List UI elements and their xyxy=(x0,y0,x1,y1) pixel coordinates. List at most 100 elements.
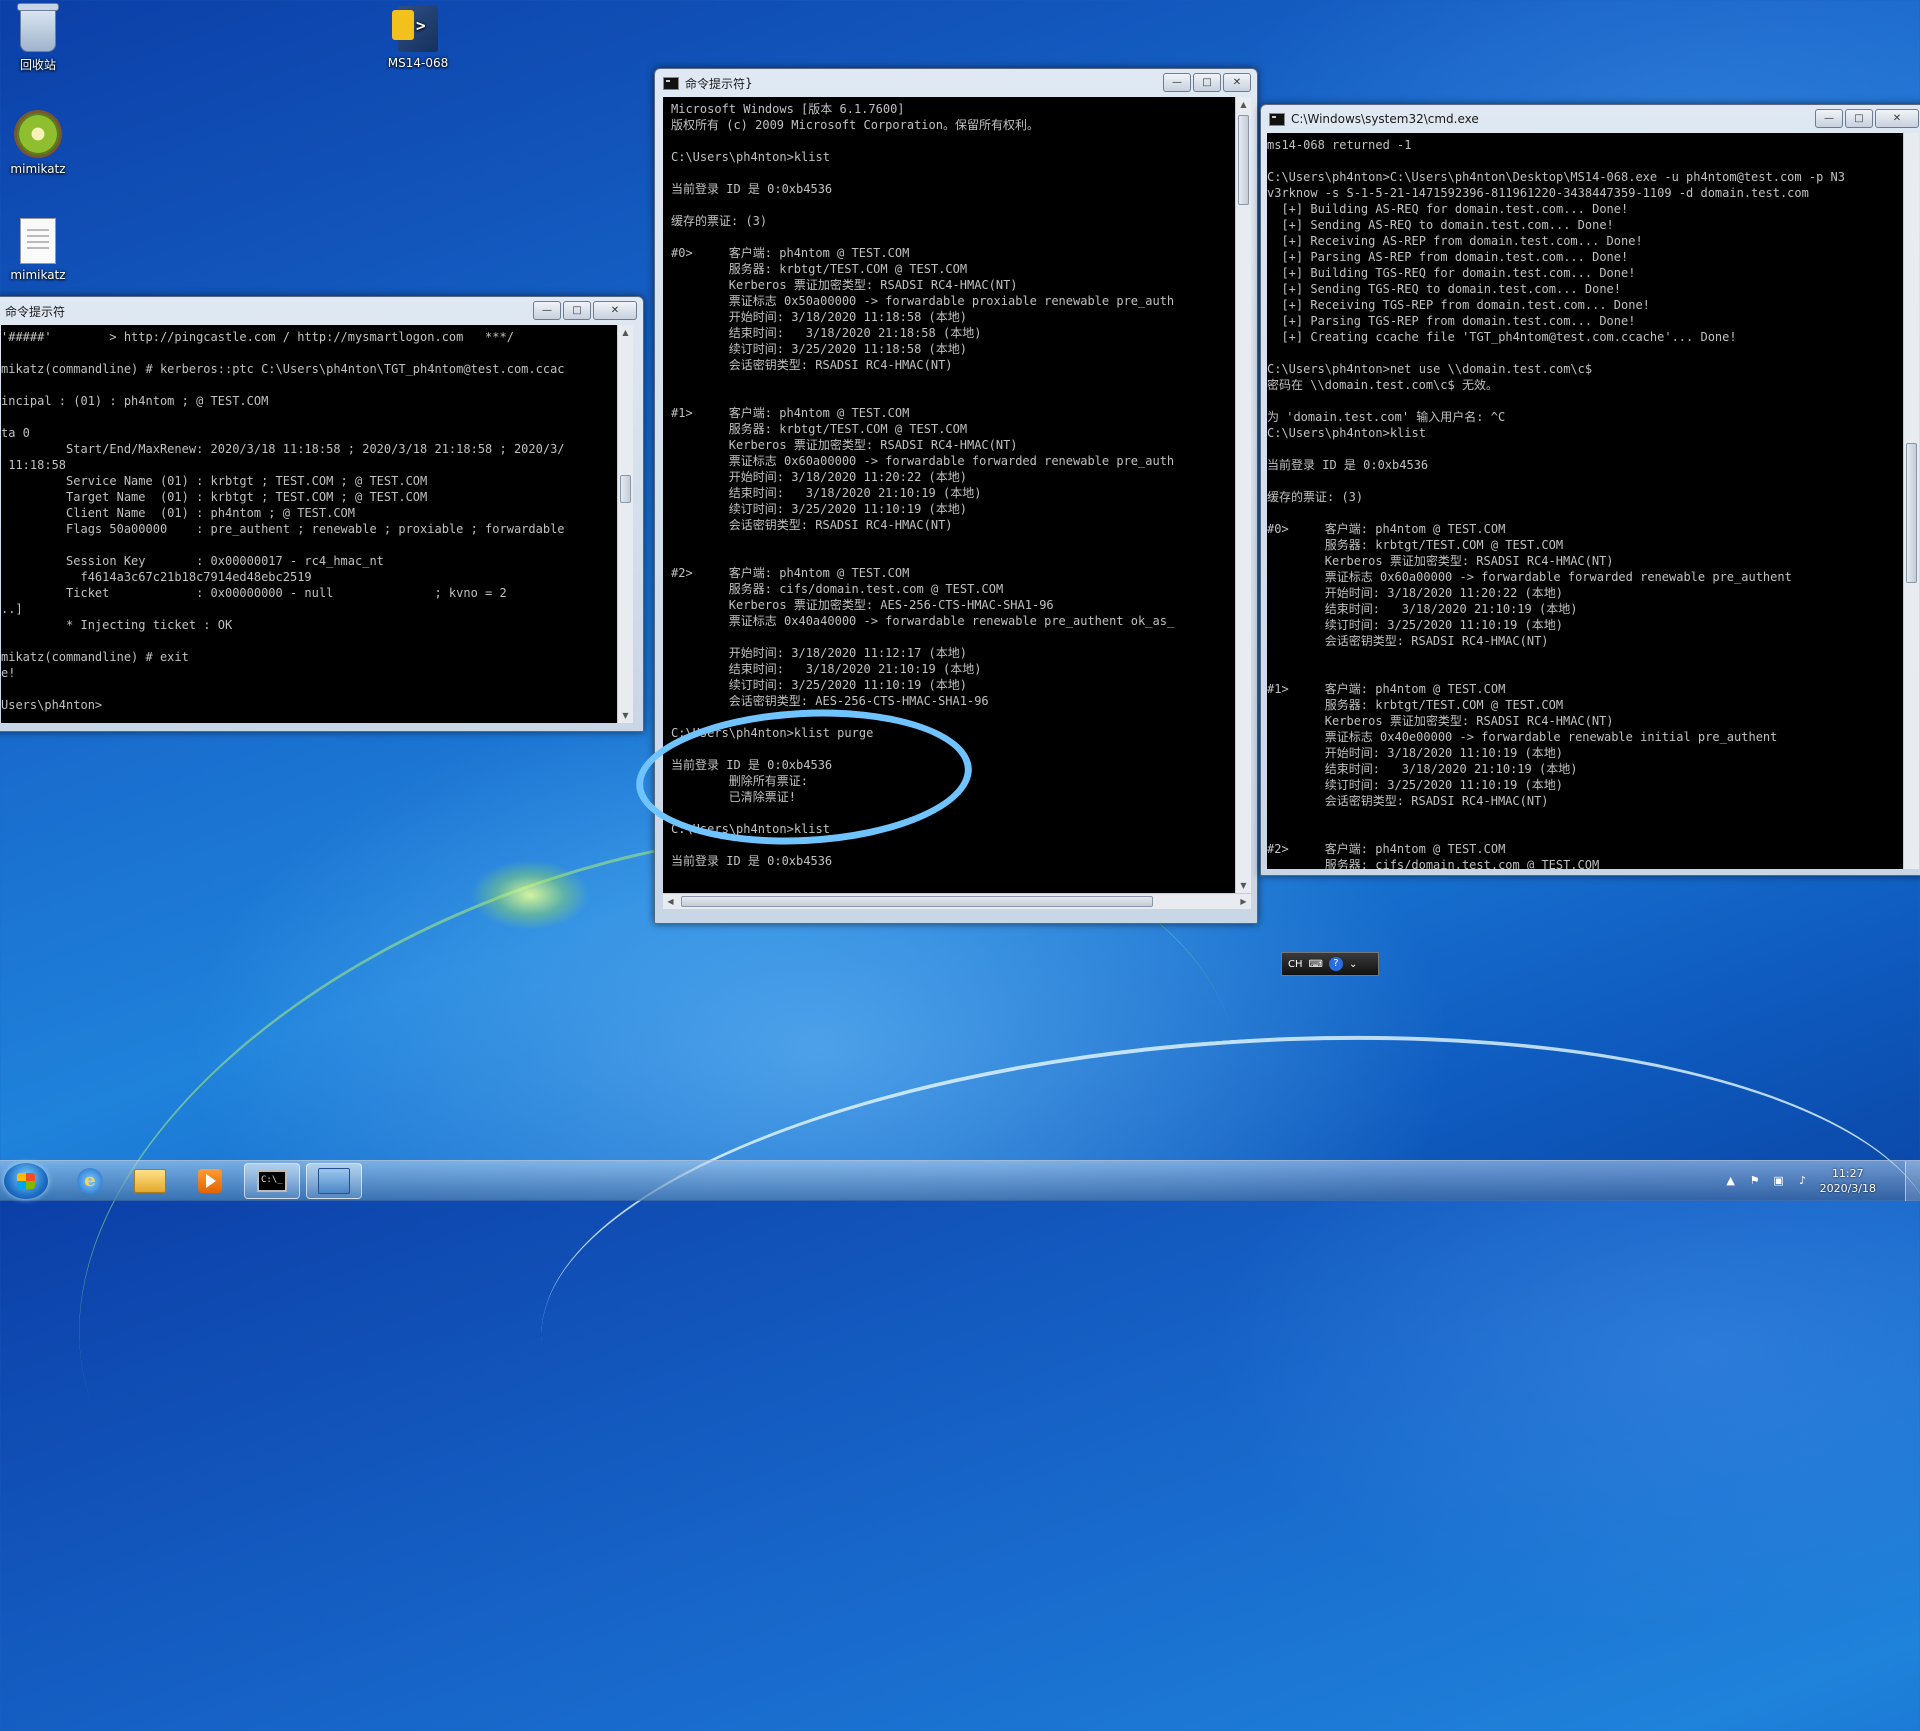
close-button[interactable]: ✕ xyxy=(593,301,637,320)
scrollbar-thumb[interactable] xyxy=(681,896,1153,907)
console-line: 结束时间: 3/18/2020 21:18:58 (本地) xyxy=(671,326,982,340)
console-line: Flags 50a00000 : pre_authent ; renewable… xyxy=(1,522,565,536)
maximize-button[interactable]: □ xyxy=(1845,109,1873,128)
window-title: 命令提示符 xyxy=(685,76,746,91)
console-line: 续订时间: 3/25/2020 11:10:19 (本地) xyxy=(1267,778,1563,792)
console-output[interactable]: ms14-068 returned -1 C:\Users\ph4nton>C:\… xyxy=(1267,133,1903,869)
network-status-icon[interactable]: ▣ xyxy=(1772,1174,1786,1188)
console-line: 开始时间: 3/18/2020 11:18:58 (本地) xyxy=(671,310,967,324)
taskbar-cmd-button[interactable]: C:\_ xyxy=(244,1163,300,1199)
start-button[interactable] xyxy=(4,1163,48,1199)
vertical-scrollbar[interactable]: ▲ ▼ xyxy=(1235,97,1251,893)
console-line: Kerberos 票证加密类型: RSADSI RC4-HMAC(NT) xyxy=(1267,714,1614,728)
console-line: f4614a3c67c21b18c7914ed48ebc2519 xyxy=(1,570,312,584)
console-line: 服务器: krbtgt/TEST.COM @ TEST.COM xyxy=(671,262,968,276)
console-line: [+] Parsing AS-REP from domain.test.com.… xyxy=(1267,250,1629,264)
console-line: 开始时间: 3/18/2020 11:12:17 (本地) xyxy=(671,646,967,660)
document-icon xyxy=(20,218,56,264)
help-icon[interactable]: ? xyxy=(1328,957,1343,971)
kiwi-icon xyxy=(14,110,62,158)
console-line: 续订时间: 3/25/2020 11:10:19 (本地) xyxy=(1267,618,1563,632)
minimize-button[interactable]: — xyxy=(1163,73,1191,92)
console-line: #0> 客户端: ph4ntom @ TEST.COM xyxy=(671,246,910,260)
minimize-button[interactable]: — xyxy=(533,301,561,320)
console-line: C:\Users\ph4nton>net use \\domain.test.c… xyxy=(1267,362,1593,376)
console-line: incipal : (01) : ph4ntom ; @ TEST.COM xyxy=(1,394,269,408)
console-line: #2> 客户端: ph4ntom @ TEST.COM xyxy=(1267,842,1506,856)
console-line: 服务器: cifs/domain.test.com @ TEST.COM xyxy=(671,582,1004,596)
clock[interactable]: 11:27 2020/3/18 xyxy=(1820,1166,1876,1196)
desktop-icon-label: 回收站 xyxy=(19,58,56,72)
console-line: 服务器: krbtgt/TEST.COM @ TEST.COM xyxy=(1267,698,1564,712)
scroll-up-arrow[interactable]: ▲ xyxy=(1236,97,1251,112)
volume-icon[interactable]: ♪ xyxy=(1796,1174,1810,1188)
scrollbar-thumb[interactable] xyxy=(1238,115,1249,205)
keyboard-icon[interactable]: ⌨ xyxy=(1309,959,1323,970)
window-titlebar[interactable]: C:\Windows\system32\cmd.exe — □ ✕ xyxy=(1261,105,1920,133)
recycle-bin-icon xyxy=(17,3,59,52)
cmd-window-mimikatz[interactable]: 命令提示符 — □ ✕ '#####' > http://pingcastle.… xyxy=(0,296,644,732)
language-label[interactable]: CH xyxy=(1288,959,1303,970)
show-hidden-icons-icon[interactable]: ▲ xyxy=(1724,1174,1738,1188)
window-titlebar[interactable]: 命令提示符 — □ ✕ xyxy=(0,297,643,325)
taskbar-ie-button[interactable]: e xyxy=(62,1163,118,1199)
folder-icon xyxy=(134,1169,166,1193)
console-line: 会话密钥类型: RSADSI RC4-HMAC(NT) xyxy=(1267,794,1549,808)
close-button[interactable]: ✕ xyxy=(1223,73,1251,92)
console-line: 缓存的票证: (3) xyxy=(1267,490,1364,504)
maximize-button[interactable]: □ xyxy=(1193,73,1221,92)
taskbar-explorer-button[interactable] xyxy=(122,1163,178,1199)
close-button[interactable]: ✕ xyxy=(1875,109,1919,128)
language-bar[interactable]: CH ⌨ ? ⌄ xyxy=(1281,952,1379,976)
console-line: 开始时间: 3/18/2020 11:20:22 (本地) xyxy=(671,470,967,484)
console-line: 版权所有 (c) 2009 Microsoft Corporation。保留所有… xyxy=(671,118,1039,132)
taskbar-network-button[interactable] xyxy=(306,1163,362,1199)
console-line: #1> 客户端: ph4ntom @ TEST.COM xyxy=(671,406,910,420)
desktop-icon-mimikatz-kiwi[interactable]: mimikatz xyxy=(0,110,78,176)
console-line: [+] Sending AS-REQ to domain.test.com...… xyxy=(1267,218,1614,232)
cmd-window-ms14-068[interactable]: C:\Windows\system32\cmd.exe — □ ✕ ms14-0… xyxy=(1260,104,1920,876)
taskbar: e C:\_ ▲ ⚑ ▣ ♪ 11:27 2020/3/18 xyxy=(0,1160,1920,1201)
horizontal-scrollbar[interactable]: ◀ ▶ xyxy=(663,893,1251,909)
scrollbar-thumb[interactable] xyxy=(620,475,631,503)
scroll-down-arrow[interactable]: ▼ xyxy=(1236,878,1251,893)
action-center-flag-icon[interactable]: ⚑ xyxy=(1748,1174,1762,1188)
console-line: * Injecting ticket : OK xyxy=(1,618,233,632)
taskbar-media-player-button[interactable] xyxy=(182,1163,238,1199)
cmd-icon xyxy=(663,76,679,90)
maximize-button[interactable]: □ xyxy=(563,301,591,320)
cmd-icon xyxy=(1269,112,1285,126)
window-titlebar[interactable]: 命令提示符 — □ ✕ } xyxy=(655,69,1257,97)
scroll-up-arrow[interactable]: ▲ xyxy=(618,325,633,340)
cmd-icon: C:\_ xyxy=(257,1170,287,1192)
vertical-scrollbar[interactable] xyxy=(1903,133,1919,869)
options-icon[interactable]: ⌄ xyxy=(1349,959,1357,970)
console-line: #0> 客户端: ph4ntom @ TEST.COM xyxy=(1267,522,1506,536)
console-line: '#####' > http://pingcastle.com / http:/… xyxy=(1,330,514,344)
show-desktop-button[interactable] xyxy=(1905,1161,1920,1201)
console-line: 结束时间: 3/18/2020 21:10:19 (本地) xyxy=(671,662,982,676)
scrollbar-thumb[interactable] xyxy=(1906,443,1917,583)
desktop-icon-recycle-bin[interactable]: 回收站 xyxy=(0,3,78,73)
scroll-left-arrow[interactable]: ◀ xyxy=(663,894,678,909)
vertical-scrollbar[interactable]: ▲ ▼ xyxy=(617,325,633,723)
desktop-icon-ms14-068[interactable]: MS14-068 xyxy=(378,6,458,70)
scroll-right-arrow[interactable]: ▶ xyxy=(1236,894,1251,909)
console-line: [+] Building TGS-REQ for domain.test.com… xyxy=(1267,266,1636,280)
console-line: 缓存的票证: (3) xyxy=(671,214,768,228)
console-output[interactable]: '#####' > http://pingcastle.com / http:/… xyxy=(1,325,617,723)
console-line: 当前登录 ID 是 0:0xb4536 xyxy=(671,182,833,196)
desktop-icon-mimikatz-folder[interactable]: mimikatz xyxy=(0,218,78,282)
minimize-button[interactable]: — xyxy=(1815,109,1843,128)
console-line: ms14-068 returned -1 xyxy=(1267,138,1412,152)
scroll-down-arrow[interactable]: ▼ xyxy=(618,708,633,723)
console-line: 结束时间: 3/18/2020 21:10:19 (本地) xyxy=(671,486,982,500)
